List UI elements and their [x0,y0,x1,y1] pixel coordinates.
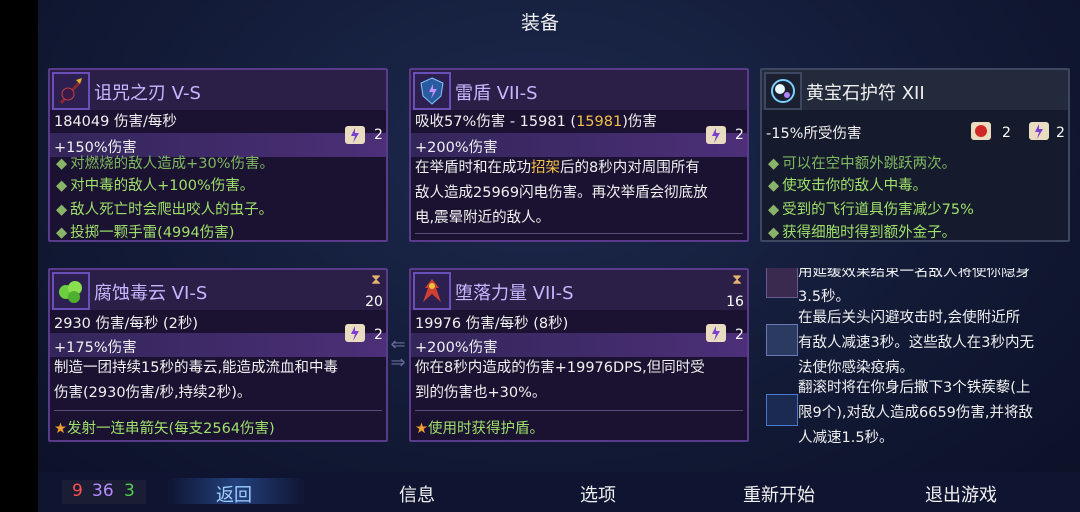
scroll-icon [342,320,368,346]
card-title: 诅咒之刃 V-S [94,83,201,104]
scroll-count: 2 [374,127,383,143]
divider [415,233,743,234]
card-title: 堕落力量 VII-S [455,283,574,304]
affix-4: ◆ 投掷一颗手雷(4994伤害) [56,225,235,241]
damage-reduction-text: -15%所受伤害 [766,126,862,142]
legendary-affix: ★使用时获得护盾。 [415,421,544,437]
quit-game-button[interactable]: 退出游戏 [925,481,997,507]
toxic-cloud-icon [52,272,90,310]
bonus-text: +200%伤害 [415,340,498,356]
tactics-scroll-icon [1026,118,1052,144]
card-title: 黄宝石护符 XII [806,83,925,104]
divider [54,410,382,411]
mutation-item[interactable]: 在最后关头闪避攻击时,会使附近所 有敌人减速3秒。这些敌人在3秒内无 法使你感染… [760,306,1070,384]
mutations-panel: 用延缓效果结束一名敌人将使你隐身 3.5秒。 在最后关头闪避攻击时,会使附近所 … [760,268,1070,446]
left-edge [0,0,38,512]
amulet-card-topaz[interactable]: 黄宝石护符 XII -15%所受伤害 2 2 ◆ 可以在空中额外跳跃两次。 ◆ 使攻… [760,68,1070,242]
tactics-count: 36 [92,481,114,501]
weapon-card-curse-blade[interactable]: 诅咒之刃 V-S 184049 伤害/每秒 +150%伤害 2 ◆ 对燃烧的敌人造… [48,68,388,242]
description: 你在8秒内造成的伤害+19976DPS,但同时受 到的伤害也+30%。 [415,360,705,401]
legendary-affix: ★发射一连串箭矢(每支2564伤害) [54,421,275,437]
curse-blade-icon [52,72,90,110]
description: 在举盾时和在成功招架后的8秒内对周围所有 敌人造成25969闪电伤害。再次举盾会… [415,160,708,226]
hourglass-icon: ⧗ [732,272,742,288]
restart-button[interactable]: 重新开始 [743,481,815,507]
survival-count: 3 [124,481,135,501]
scroll-count: 2 [374,327,383,343]
swap-arrows-icon[interactable]: ⇐ ⇒ [387,336,409,376]
absorb-text: 吸收57%伤害 - 15981 (15981)伤害 [415,114,657,130]
brutality-count: 9 [72,481,83,501]
amulet-icon [764,72,802,110]
affix-3: ◆ 敌人死亡时会爬出咬人的虫子。 [56,202,274,218]
mutation-item[interactable]: 用延缓效果结束一名敌人将使你隐身 3.5秒。 [760,268,1070,305]
brutality-scroll-icon [968,118,994,144]
mutation-item[interactable]: 翻滚时将在你身后撒下3个铁蒺藜(上 限9个),对敌人造成6659伤害,并将敌 人… [760,376,1070,446]
bonus-text: +200%伤害 [415,140,498,156]
shield-card-thunder-shield[interactable]: 雷盾 VII-S 吸收57%伤害 - 15981 (15981)伤害 +200%… [409,68,749,242]
scroll-count: 2 [735,127,744,143]
affix-1: ◆ 可以在空中额外跳跃两次。 [768,156,957,172]
info-button[interactable]: 信息 [399,481,435,507]
skill-card-corrupted-power[interactable]: 堕落力量 VII-S ⧗ 16 19976 伤害/每秒 (8秒) +200%伤害… [409,268,749,442]
card-title: 腐蚀毒云 VI-S [94,283,208,304]
back-button[interactable]: 返回 [216,481,252,507]
scroll-icon [703,320,729,346]
divider [415,410,743,411]
brutality-scroll-count: 2 [1002,125,1011,141]
scroll-icon [703,122,729,148]
mutation-icon [766,268,798,298]
dps-text: 2930 伤害/每秒 (2秒) [54,316,199,332]
affix-2: ◆ 使攻击你的敌人中毒。 [768,178,928,194]
scroll-stats: 9 36 3 [62,480,146,504]
cooldown-value: 20 [365,294,383,310]
mutation-icon [766,324,798,356]
card-title: 雷盾 VII-S [455,83,538,104]
hourglass-icon: ⧗ [371,272,381,288]
dps-text: 19976 伤害/每秒 (8秒) [415,316,569,332]
skill-card-corrosive-cloud[interactable]: 腐蚀毒云 VI-S ⧗ 20 2930 伤害/每秒 (2秒) +175%伤害 2… [48,268,388,442]
affix-2: ◆ 对中毒的敌人+100%伤害。 [56,178,255,194]
description: 制造一团持续15秒的毒云,能造成流血和中毒 伤害(2930伤害/秒,持续2秒)。 [54,360,339,401]
affix-4: ◆ 获得细胞时得到额外金子。 [768,225,957,241]
affix-3: ◆ 受到的飞行道具伤害减少75% [768,202,974,218]
options-button[interactable]: 选项 [580,481,616,507]
cooldown-value: 16 [726,294,744,310]
scroll-count: 2 [735,327,744,343]
tactics-scroll-count: 2 [1056,125,1065,141]
scroll-icon [342,122,368,148]
page-title: 装备 [520,12,559,34]
bonus-text: +175%伤害 [54,340,137,356]
thunder-shield-icon [413,72,451,110]
dps-text: 184049 伤害/每秒 [54,114,177,130]
corrupted-power-icon [413,272,451,310]
affix-1: ◆ 对燃烧的敌人造成+30%伤害。 [56,156,275,172]
mutation-icon [766,394,798,426]
